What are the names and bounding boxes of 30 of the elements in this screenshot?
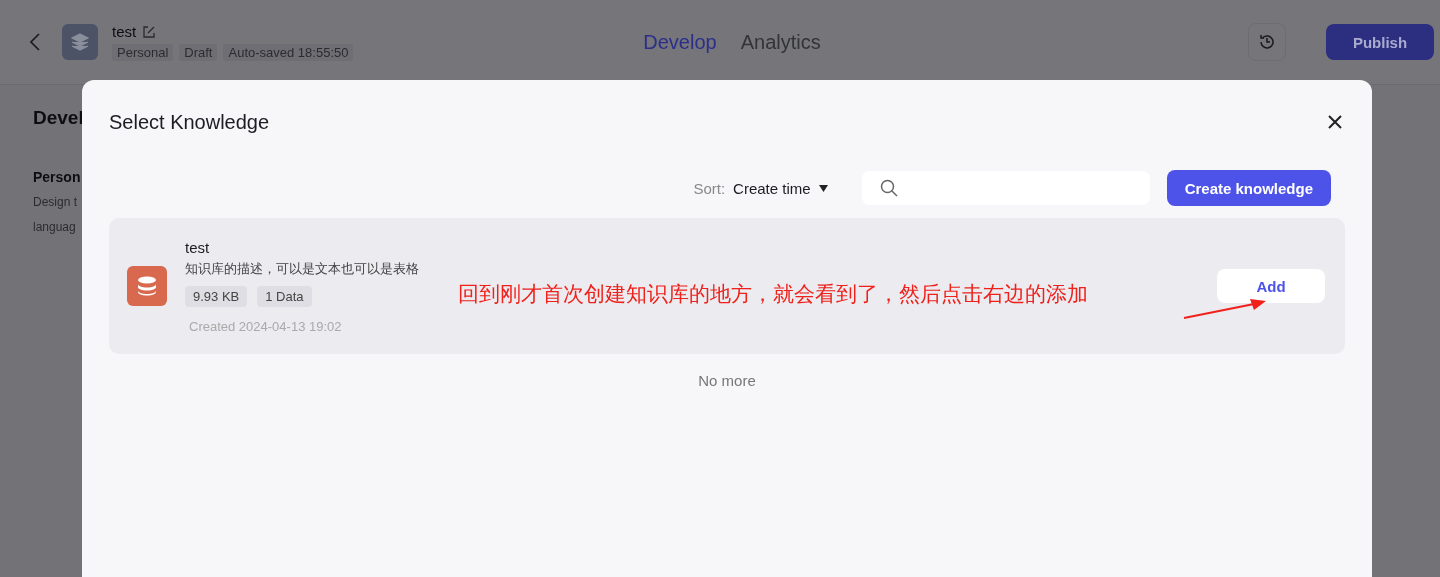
database-icon [127,266,167,306]
section-title: Person [33,169,81,185]
meta-tag: Draft [179,44,218,61]
add-button[interactable]: Add [1217,269,1325,303]
app-avatar [62,24,98,60]
meta-tag: Auto-saved 18:55:50 [223,44,354,61]
publish-button[interactable]: Publish [1326,24,1434,60]
search-icon [879,179,898,197]
history-icon [1258,33,1276,51]
caret-icon [818,184,828,192]
knowledge-name: test [185,238,211,256]
app-title: test [112,23,137,40]
no-more-text: No more [698,372,756,389]
search-field[interactable] [861,171,1150,205]
meta-tag: Personal [112,44,174,61]
page-heading: Devel [33,107,84,129]
description-text: Design t [33,195,78,210]
sort-dropdown[interactable]: Create time [733,179,828,197]
history-button[interactable] [1248,23,1286,61]
back-icon[interactable] [30,33,40,51]
create-knowledge-button[interactable]: Create knowledge [1166,170,1331,206]
info-tag: 9.93 KB [185,285,248,307]
knowledge-description: 知识库的描述，可以是文本也可以是表格 [185,259,420,278]
edit-icon[interactable] [142,24,157,39]
info-tag: 1 Data [257,285,312,307]
annotation-text: 回到刚才首次创建知识库的地方，就会看到了，然后点击右边的添加 [458,281,1088,307]
description-text: languag [33,220,76,235]
created-date: Created 2024-04-13 19:02 [189,318,343,334]
dialog-title: Select Knowledge [109,110,270,134]
sort-label: Sort: [693,179,726,197]
